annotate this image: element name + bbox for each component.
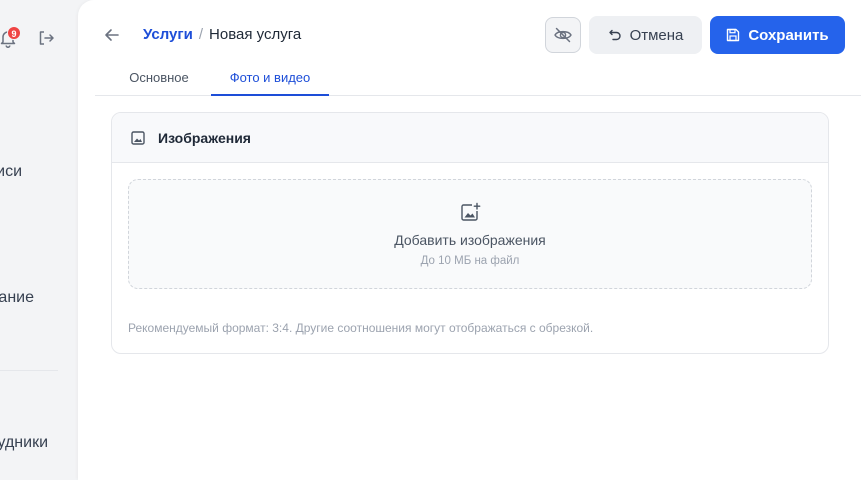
undo-icon	[608, 29, 621, 41]
sidebar-divider	[0, 370, 58, 371]
cancel-button-label: Отмена	[629, 26, 684, 44]
sidebar: 9 иси ание удники	[0, 0, 78, 480]
eye-off-icon	[554, 27, 572, 43]
visibility-toggle-button[interactable]	[545, 17, 581, 53]
logout-button[interactable]	[36, 28, 56, 48]
notifications-button[interactable]: 9	[0, 26, 21, 49]
breadcrumb: Услуги / Новая услуга	[143, 26, 301, 43]
images-card-title: Изображения	[158, 129, 251, 146]
cancel-button[interactable]: Отмена	[589, 16, 702, 54]
breadcrumb-separator: /	[198, 26, 204, 43]
format-hint: Рекомендуемый формат: 3:4. Другие соотно…	[128, 321, 594, 335]
images-card-header: Изображения	[112, 113, 828, 163]
breadcrumb-services-link[interactable]: Услуги	[143, 26, 193, 43]
image-icon	[131, 130, 145, 145]
main-panel: Услуги / Новая услуга Отмена Сохранить О…	[78, 0, 861, 480]
save-icon	[727, 28, 740, 42]
images-card: Изображения Добавить изображения До 10 М…	[111, 112, 829, 354]
tabs: Основное Фото и видео	[95, 62, 861, 96]
page-title: Новая услуга	[209, 26, 302, 43]
sidebar-item-records[interactable]: иси	[0, 163, 22, 181]
arrow-left-icon	[105, 29, 119, 41]
add-image-icon	[461, 202, 481, 221]
sidebar-top-icons: 9	[0, 26, 78, 50]
dropzone-subtitle: До 10 МБ на файл	[420, 255, 520, 267]
page-header: Услуги / Новая услуга Отмена Сохранить	[78, 0, 861, 70]
tab-main[interactable]: Основное	[127, 70, 191, 96]
sidebar-item-staff[interactable]: удники	[0, 434, 48, 452]
save-button[interactable]: Сохранить	[710, 16, 845, 54]
dropzone-title: Добавить изображения	[394, 232, 546, 248]
image-dropzone[interactable]: Добавить изображения До 10 МБ на файл	[128, 179, 812, 289]
back-button[interactable]	[102, 25, 124, 45]
tab-photo-video[interactable]: Фото и видео	[211, 70, 329, 96]
save-button-label: Сохранить	[748, 26, 829, 44]
logout-icon	[39, 31, 54, 45]
notification-badge: 9	[7, 26, 21, 40]
sidebar-item-schedule[interactable]: ание	[0, 289, 34, 307]
